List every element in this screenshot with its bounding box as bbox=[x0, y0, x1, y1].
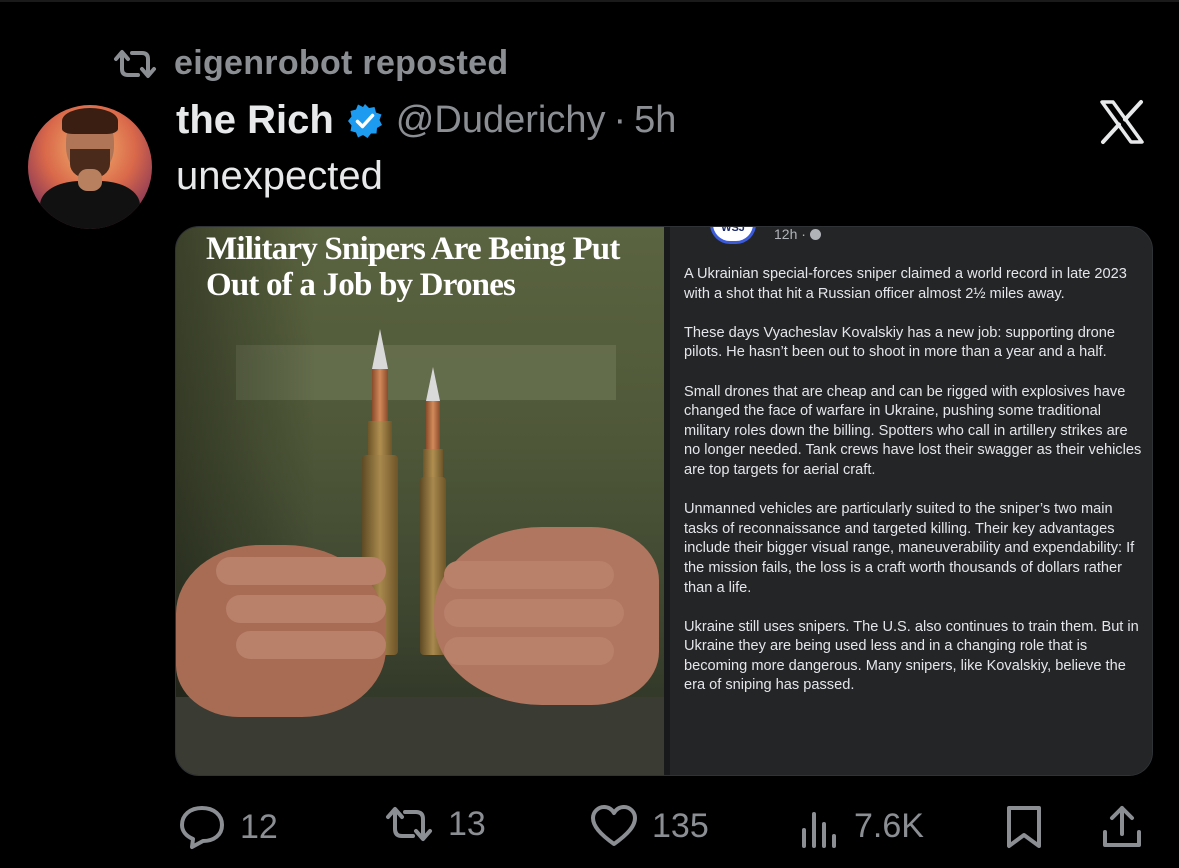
like-button[interactable]: 135 bbox=[590, 804, 709, 848]
finger bbox=[236, 631, 386, 659]
wsj-logo: WSJ bbox=[710, 227, 756, 244]
avatar-hair bbox=[62, 108, 118, 134]
globe-icon bbox=[809, 229, 821, 241]
avatar[interactable] bbox=[28, 105, 152, 229]
views-count: 7.6K bbox=[854, 806, 924, 845]
top-divider bbox=[0, 0, 1179, 2]
article-paragraph: Unmanned vehicles are particularly suite… bbox=[684, 501, 1135, 596]
bookmark-button[interactable] bbox=[1004, 804, 1044, 850]
repost-count: 13 bbox=[448, 804, 486, 843]
action-bar: 12 13 135 7.6K bbox=[0, 790, 1179, 860]
article-paragraph: Small drones that are cheap and can be r… bbox=[684, 383, 1142, 478]
x-logo-icon bbox=[1100, 100, 1144, 144]
like-icon bbox=[591, 805, 637, 846]
repost-icon bbox=[386, 807, 432, 841]
share-icon bbox=[1103, 806, 1141, 847]
views-button[interactable]: 7.6K bbox=[800, 804, 924, 848]
like-count: 135 bbox=[652, 806, 709, 845]
finger bbox=[444, 561, 614, 589]
repost-label: eigenrobot reposted bbox=[174, 44, 509, 82]
author-name[interactable]: the Rich bbox=[176, 98, 334, 143]
verified-badge-icon bbox=[347, 103, 382, 138]
repost-icon bbox=[114, 49, 156, 78]
article-headline: Military Snipers Are Being Put Out of a … bbox=[206, 231, 620, 303]
finger bbox=[226, 595, 386, 623]
back-chevron-icon bbox=[696, 226, 710, 233]
article-paragraph: These days Vyacheslav Kovalskiy has a ne… bbox=[684, 324, 1116, 361]
post-time[interactable]: 5h bbox=[634, 99, 676, 142]
article-header: WSJ 12h · bbox=[710, 227, 821, 244]
media-image[interactable]: Military Snipers Are Being Put Out of a … bbox=[175, 226, 1153, 776]
article-photo: Military Snipers Are Being Put Out of a … bbox=[176, 227, 664, 775]
article-body: A Ukrainian special-forces sniper claime… bbox=[684, 265, 1144, 716]
views-icon bbox=[802, 812, 836, 848]
avatar-hand bbox=[78, 169, 102, 191]
finger bbox=[444, 637, 614, 665]
tweet-text: unexpected bbox=[176, 154, 383, 198]
article-time: 12h · bbox=[774, 227, 821, 242]
author-row: the Rich @Duderichy · 5h bbox=[176, 98, 676, 143]
reply-count: 12 bbox=[240, 807, 278, 846]
article-text-panel: WSJ 12h · A Ukrainian special-forces sni… bbox=[664, 227, 1152, 775]
article-paragraph: Ukraine still uses snipers. The U.S. als… bbox=[684, 618, 1139, 694]
reply-icon bbox=[180, 806, 224, 849]
share-button[interactable] bbox=[1100, 804, 1144, 850]
finger bbox=[216, 557, 386, 585]
article-paragraph: A Ukrainian special-forces sniper claime… bbox=[684, 266, 1127, 302]
finger bbox=[444, 599, 624, 627]
repost-button[interactable]: 13 bbox=[384, 804, 486, 844]
reply-button[interactable]: 12 bbox=[178, 804, 278, 850]
repost-indicator[interactable]: eigenrobot reposted bbox=[112, 44, 508, 83]
bookmark-icon bbox=[1007, 806, 1041, 848]
author-handle[interactable]: @Duderichy bbox=[396, 99, 606, 142]
separator-dot: · bbox=[613, 99, 627, 141]
